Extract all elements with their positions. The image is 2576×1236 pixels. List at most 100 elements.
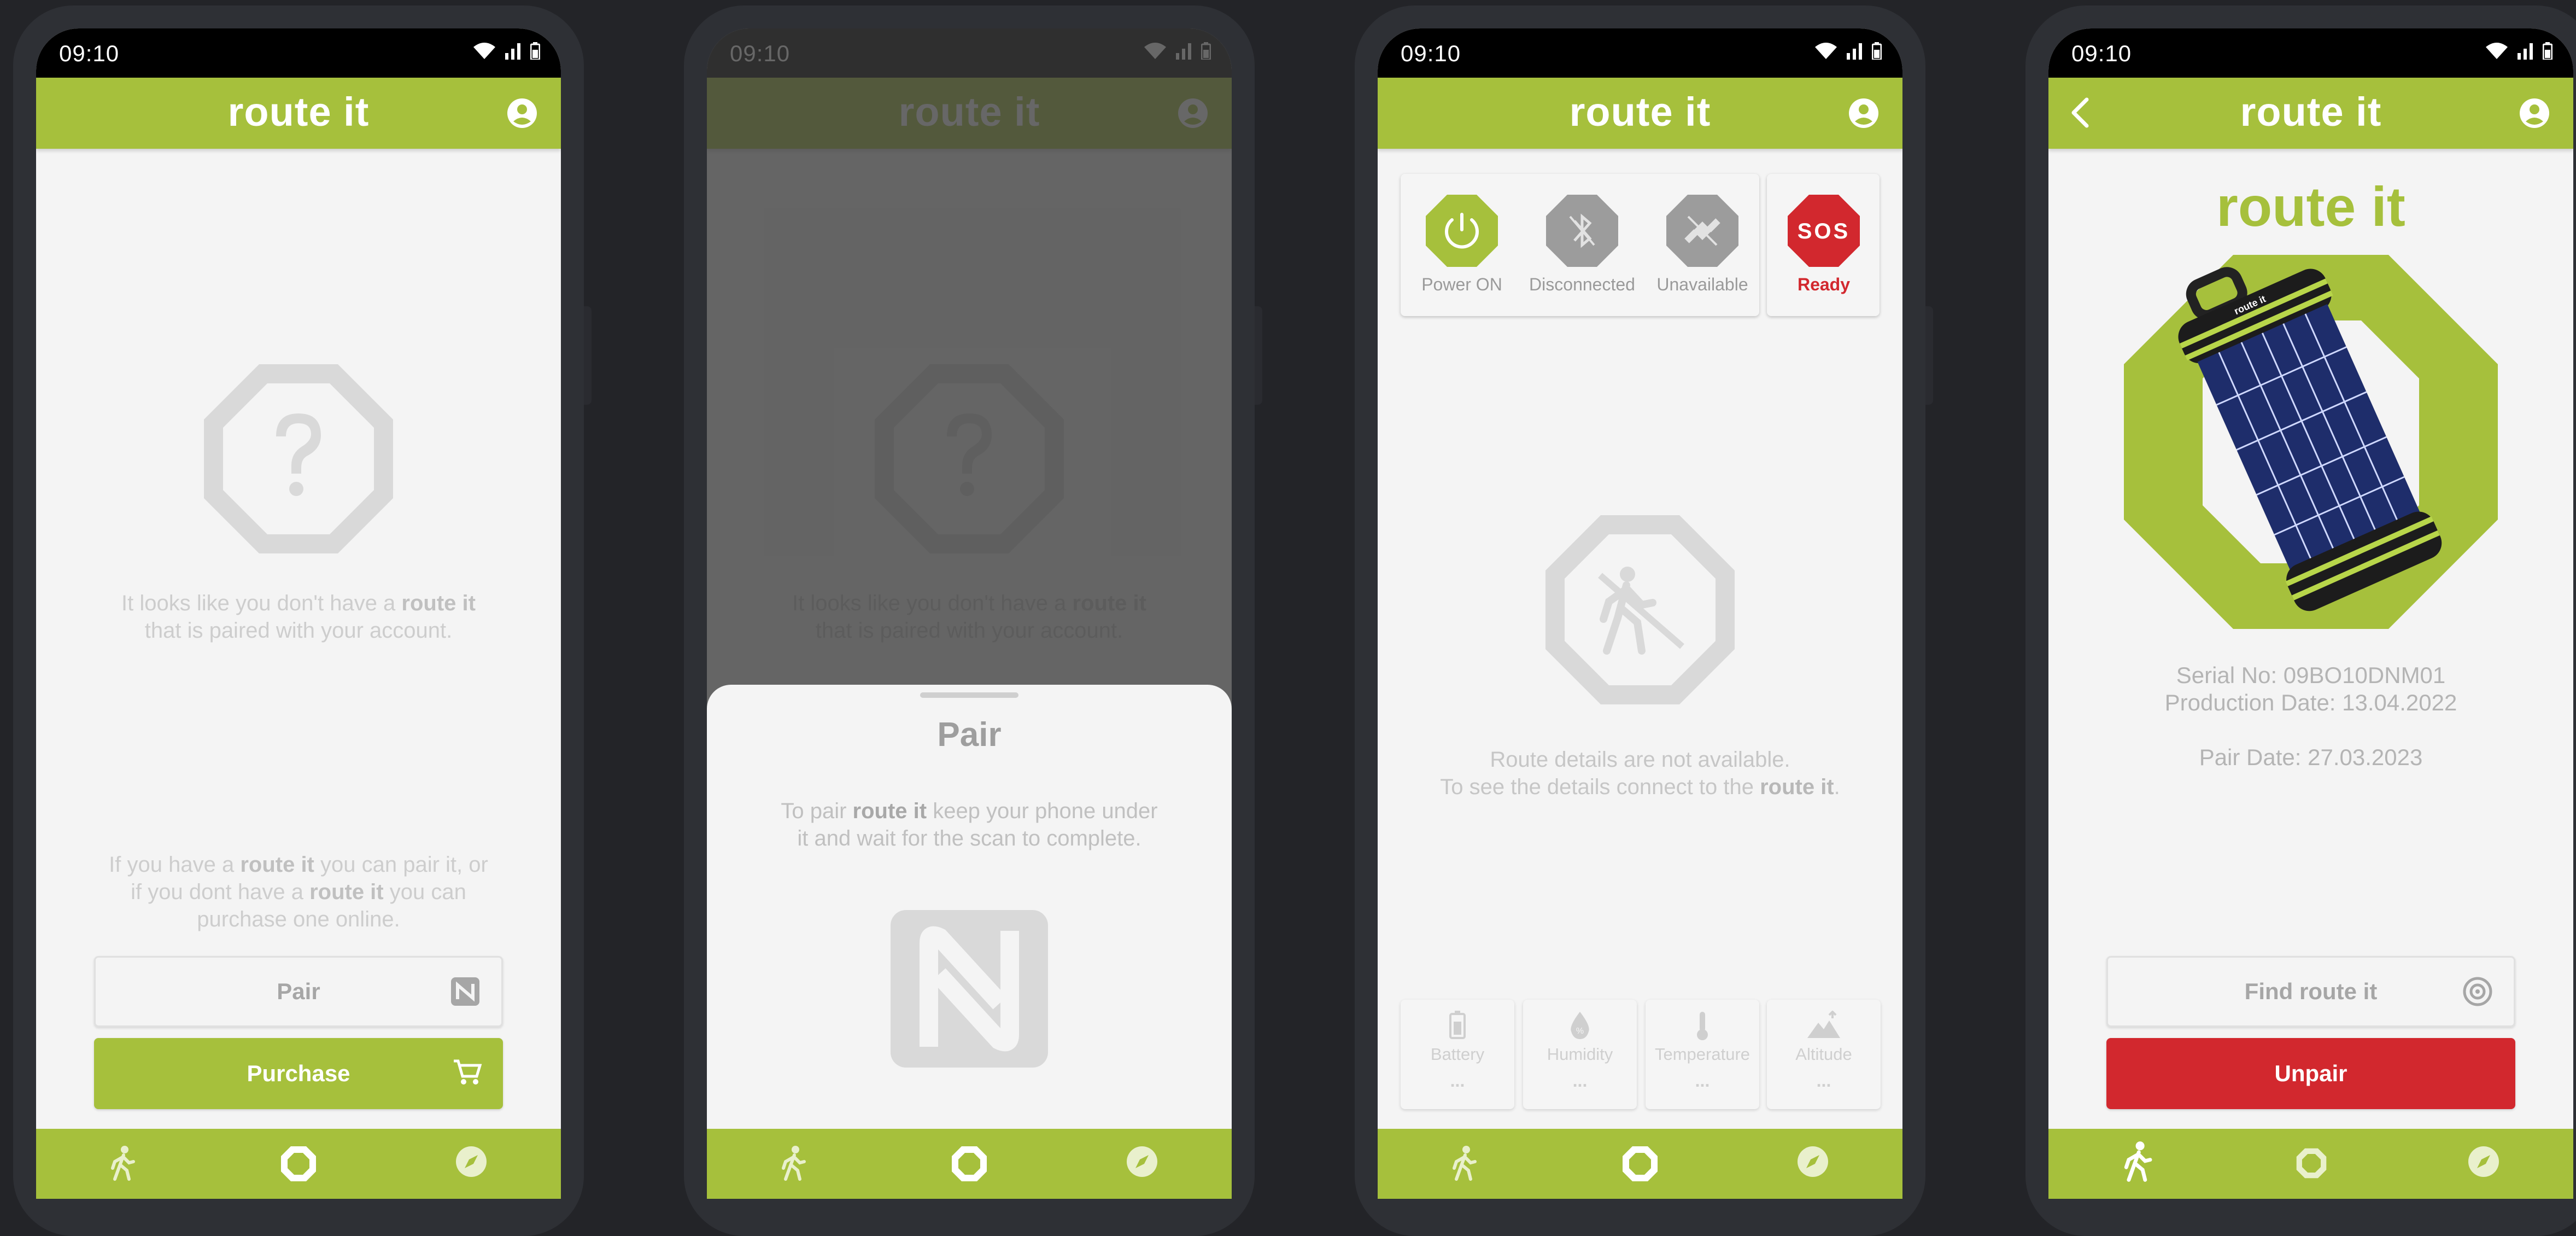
find-device-button[interactable]: Find route it — [2106, 956, 2515, 1027]
sos-card[interactable]: SOS Ready — [1767, 174, 1880, 316]
no-device-message: It looks like you don't have a route it … — [36, 590, 561, 644]
battery-status-icon — [530, 42, 540, 60]
octagon-icon[interactable] — [951, 1145, 988, 1182]
phone-device-details: 09:10 route it route it route it Serial … — [2025, 5, 2576, 1236]
phone-no-device: 09:10 route it It looks like you don't h… — [13, 5, 592, 1236]
screen-device-details: 09:10 route it route it route it Serial … — [2048, 28, 2573, 1199]
sensor-humidity-value: ... — [1572, 1071, 1588, 1091]
screen-pair-sheet: 09:10 route it It looks like you don't h… — [707, 28, 1232, 1199]
route-unavailable-message: Route details are not available. To see … — [1378, 746, 1902, 801]
production-date: Production Date: 13.04.2022 — [2164, 690, 2457, 715]
octagon-icon[interactable] — [2296, 1147, 2327, 1179]
sensor-temperature[interactable]: Temperature ... — [1646, 1000, 1759, 1109]
brand-inline: route it — [852, 799, 927, 823]
pair-hint: If you have a route it you can pair it, … — [36, 851, 561, 933]
sensor-temperature-label: Temperature — [1654, 1045, 1750, 1064]
bottom-nav — [36, 1129, 561, 1199]
status-bluetooth[interactable]: Disconnected — [1521, 174, 1643, 316]
sheet-title: Pair — [937, 716, 1002, 754]
status-time: 09:10 — [59, 40, 120, 66]
device-info: Serial No: 09BO10DNM01 Production Date: … — [2048, 662, 2573, 716]
status-bar: 09:10 — [2048, 28, 2573, 78]
brand-inline: route it — [1760, 775, 1834, 799]
status-gps[interactable]: Unavailable — [1641, 174, 1764, 316]
compass-icon[interactable] — [1796, 1145, 1829, 1178]
pair-button-label: Pair — [277, 978, 320, 1004]
route-text-1: Route details are not available. — [1490, 748, 1790, 772]
compass-icon[interactable] — [1126, 1145, 1158, 1178]
app-title: route it — [1569, 89, 1711, 135]
status-time: 09:10 — [1401, 40, 1461, 66]
status-icons — [472, 42, 540, 60]
serial-number: Serial No: 09BO10DNM01 — [2176, 662, 2446, 688]
bottom-nav-front — [707, 1129, 1232, 1199]
sheet-drag-handle[interactable] — [920, 692, 1018, 698]
device-title: route it — [2216, 176, 2405, 238]
sensor-temperature-value: ... — [1695, 1071, 1710, 1091]
status-power[interactable]: Power ON — [1401, 174, 1523, 316]
status-power-label: Power ON — [1421, 275, 1502, 294]
sensor-altitude-label: Altitude — [1795, 1045, 1852, 1064]
bluetooth-off-icon — [1546, 195, 1618, 267]
question-octagon-icon — [204, 364, 393, 553]
signal-icon — [1847, 43, 1862, 60]
wifi-icon — [1815, 43, 1837, 59]
status-sos-label: Ready — [1797, 275, 1851, 294]
signal-icon — [2518, 43, 2533, 60]
sensor-humidity-label: Humidity — [1547, 1045, 1613, 1064]
status-sos[interactable]: SOS Ready — [1763, 174, 1885, 316]
sensor-humidity[interactable]: % Humidity ... — [1523, 1000, 1637, 1109]
wifi-icon — [473, 43, 495, 59]
account-icon[interactable] — [1848, 97, 1880, 129]
battery-status-icon — [1872, 42, 1882, 60]
account-icon[interactable] — [2519, 97, 2550, 129]
octagon-icon[interactable] — [1621, 1145, 1659, 1182]
screen-no-device: 09:10 route it It looks like you don't h… — [36, 28, 561, 1199]
status-bar: 09:10 — [36, 28, 561, 78]
find-device-label: Find route it — [2244, 978, 2378, 1004]
side-button — [1255, 306, 1262, 405]
status-bluetooth-label: Disconnected — [1529, 275, 1635, 294]
locate-icon — [2463, 977, 2492, 1006]
sensor-battery[interactable]: Battery ... — [1401, 1000, 1514, 1109]
battery-status-icon — [2543, 42, 2552, 60]
walk-icon[interactable] — [2120, 1141, 2156, 1182]
wifi-icon — [2486, 43, 2508, 59]
account-icon[interactable] — [506, 97, 538, 129]
cart-icon — [454, 1059, 482, 1085]
hint-text-4: you can — [383, 880, 466, 904]
app-title: route it — [227, 89, 370, 135]
mountain-icon — [1807, 1011, 1840, 1038]
humidity-icon: % — [1571, 1012, 1589, 1039]
nfc-large-icon — [891, 910, 1048, 1068]
screen-dashboard: 09:10 route it Power ON Disconnected Una… — [1378, 28, 1902, 1199]
app-title: route it — [2240, 89, 2382, 135]
status-gps-label: Unavailable — [1656, 275, 1748, 294]
walk-icon[interactable] — [1449, 1145, 1479, 1181]
status-icons — [1814, 42, 1882, 60]
sos-sign-text: SOS — [1798, 219, 1850, 243]
device-image: route it — [2124, 255, 2498, 629]
side-button — [584, 306, 592, 405]
battery-icon — [1449, 1011, 1466, 1039]
purchase-button-label: Purchase — [247, 1060, 350, 1086]
walk-icon[interactable] — [778, 1145, 809, 1181]
sensor-battery-value: ... — [1450, 1071, 1465, 1091]
walk-icon[interactable] — [107, 1145, 138, 1181]
unpair-label: Unpair — [2274, 1060, 2347, 1086]
compass-icon[interactable] — [2467, 1145, 2500, 1178]
purchase-button[interactable]: Purchase — [94, 1038, 503, 1109]
signal-icon — [505, 43, 520, 60]
route-text-2: To see the details connect to the — [1440, 775, 1760, 799]
compass-icon[interactable] — [455, 1145, 488, 1178]
app-bar: route it — [1378, 78, 1902, 149]
app-bar: route it — [2048, 78, 2573, 149]
svg-text:%: % — [1576, 1027, 1584, 1036]
route-text-3: . — [1834, 775, 1840, 799]
octagon-icon[interactable] — [280, 1145, 317, 1182]
brand-inline: route it — [401, 591, 476, 615]
unpair-button[interactable]: Unpair — [2106, 1038, 2515, 1109]
sensor-altitude[interactable]: Altitude ... — [1767, 1000, 1881, 1109]
pair-button[interactable]: Pair — [94, 956, 503, 1027]
bottom-nav — [1378, 1129, 1902, 1199]
